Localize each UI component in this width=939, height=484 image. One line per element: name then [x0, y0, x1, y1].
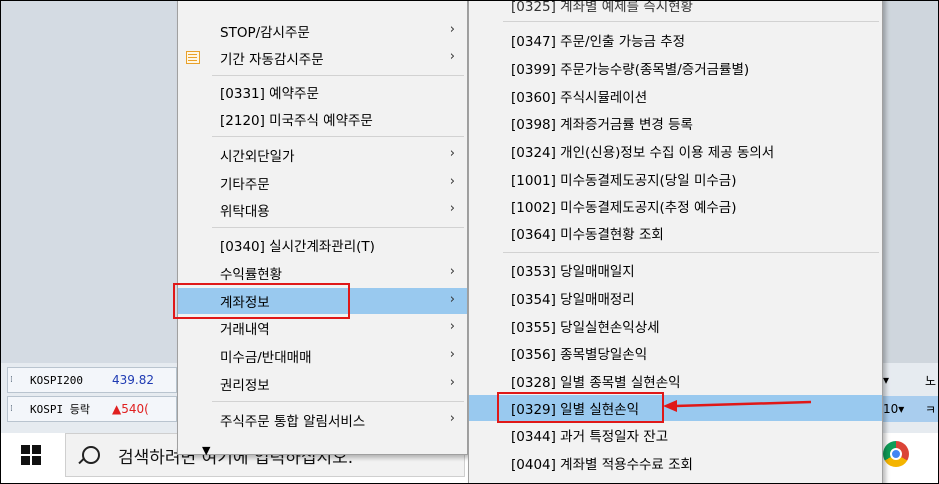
menu-item-label: [0399] 주문가능수량(종목별/증거금률별): [511, 62, 750, 78]
menu-item-unpaid-reverse[interactable]: 미수금/반대매매 ›: [178, 343, 467, 369]
submenu-item[interactable]: [0356] 종목별당일손익: [469, 340, 882, 366]
menu-item-label: [0347] 주문/인출 가능금 추정: [511, 34, 686, 50]
menu-separator: [212, 75, 464, 76]
chevron-right-icon: ›: [449, 174, 455, 189]
calendar-icon: [186, 51, 200, 64]
menu-item-label: [0404] 계좌별 적용수수료 조회: [511, 457, 693, 473]
dropdown-icon[interactable]: 10▾: [883, 402, 904, 416]
menu-item-label: STOP/감시주문: [220, 25, 310, 41]
chevron-right-icon: ›: [449, 319, 455, 334]
menu-item-label: 거래내역: [220, 322, 270, 338]
ticker-name: KOSPI200: [30, 373, 83, 387]
menu-item-period-auto-order[interactable]: 기간 자동감시주문 ›: [178, 45, 467, 71]
chevron-right-icon: ›: [449, 347, 455, 362]
submenu-item[interactable]: [0328] 일별 종목별 실현손익: [469, 368, 882, 394]
submenu-item[interactable]: [0355] 당일실현손익상세: [469, 313, 882, 339]
right-row-text: ㅋ: [924, 402, 936, 417]
annotation-arrow-icon: [663, 400, 812, 412]
chevron-down-icon[interactable]: ▼: [202, 444, 210, 457]
menu-item-label: [1002] 미수동결제도공지(추정 예수금): [511, 200, 737, 216]
menu-item-order-alert-service[interactable]: 주식주문 통합 알림서비스 ›: [178, 407, 467, 433]
menu-item-consignment[interactable]: 위탁대용 ›: [178, 197, 467, 223]
menu-item-other-order[interactable]: 기타주문 ›: [178, 170, 467, 196]
menu-item-label: 기간 자동감시주문: [220, 52, 324, 68]
submenu-item[interactable]: [0325] 계좌별 예제를 즉시현황: [469, 0, 882, 18]
submenu-item[interactable]: [1001] 미수동결제도공지(당일 미수금): [469, 166, 882, 192]
menu-item-label: [0340] 실시간계좌관리(T): [220, 239, 375, 255]
submenu-item[interactable]: [0360] 주식시뮬레이션: [469, 83, 882, 109]
screenshot-frame: ⁞ KOSPI200 439.82 ⁞ KOSPI 등락 ▲540( ▾ 노 1…: [0, 0, 939, 484]
menu-item-after-hours[interactable]: 시간외단일가 ›: [178, 142, 467, 168]
menu-item-label: [0353] 당일매매일지: [511, 264, 635, 280]
menu-item-rights-info[interactable]: 권리정보 ›: [178, 371, 467, 397]
menu-item-label: 미수금/반대매매: [220, 350, 312, 366]
annotation-box-daily-pnl: [497, 392, 664, 423]
menu-item-reserved-order[interactable]: [0331] 예약주문: [178, 79, 467, 105]
menu-item-realtime-account[interactable]: [0340] 실시간계좌관리(T): [178, 232, 467, 258]
submenu-item[interactable]: [0324] 개인(신용)정보 수집 이용 제공 동의서: [469, 138, 882, 164]
submenu-item[interactable]: [1002] 미수동결제도공지(추정 예수금): [469, 193, 882, 219]
menu-item-label: [0331] 예약주문: [220, 86, 319, 102]
menu-item-label: [2120] 미국주식 예약주문: [220, 113, 373, 129]
right-row-text: 노: [924, 373, 936, 388]
submenu-item[interactable]: [0353] 당일매매일지: [469, 257, 882, 283]
submenu-item[interactable]: [0347] 주문/인출 가능금 추정: [469, 27, 882, 53]
dropdown-icon[interactable]: ▾: [883, 373, 889, 387]
chevron-right-icon: ›: [449, 22, 455, 37]
windows-start-icon[interactable]: [21, 445, 41, 465]
menu-item-label: [0355] 당일실현손익상세: [511, 320, 660, 336]
chevron-right-icon: ›: [449, 146, 455, 161]
submenu-item[interactable]: [0404] 계좌별 적용수수료 조회: [469, 450, 882, 476]
submenu-item[interactable]: [0398] 계좌증거금률 변경 등록: [469, 110, 882, 136]
chrome-icon[interactable]: [883, 441, 909, 467]
chevron-right-icon: ›: [449, 411, 455, 426]
menu-item-label: [0364] 미수동결현황 조회: [511, 227, 664, 243]
ticker-name: KOSPI 등락: [30, 403, 90, 416]
menu-separator: [212, 401, 464, 402]
submenu-item[interactable]: [0344] 과거 특정일자 잔고: [469, 422, 882, 448]
menu-separator: [212, 136, 464, 137]
chevron-right-icon: ›: [449, 49, 455, 64]
context-menu-main: STOP/감시주문 › 기간 자동감시주문 › [0331] 예약주문 [212…: [177, 1, 468, 457]
menu-item-label: [1001] 미수동결제도공지(당일 미수금): [511, 173, 737, 189]
app-background: [1, 1, 177, 363]
menu-item-label: 주식주문 통합 알림서비스: [220, 414, 366, 430]
chevron-right-icon: ›: [449, 375, 455, 390]
menu-item-label: 위탁대용: [220, 204, 270, 220]
ticker-row-kospi-change[interactable]: ⁞ KOSPI 등락 ▲540(: [7, 396, 177, 422]
menu-item-label: [0325] 계좌별 예제를 즉시현황: [511, 0, 693, 15]
menu-separator: [503, 21, 879, 22]
menu-item-label: 수익률현황: [220, 267, 283, 283]
expand-icon: ⁞: [10, 375, 13, 385]
menu-item-label: [0360] 주식시뮬레이션: [511, 90, 648, 106]
menu-item-label: 시간외단일가: [220, 149, 295, 165]
chevron-right-icon: ›: [449, 264, 455, 279]
menu-item-label: [0328] 일별 종목별 실현손익: [511, 375, 681, 391]
menu-item-label: [0324] 개인(신용)정보 수집 이용 제공 동의서: [511, 145, 775, 161]
submenu-item[interactable]: [0399] 주문가능수량(종목별/증거금률별): [469, 55, 882, 81]
menu-separator: [212, 227, 464, 228]
menu-item-label: 기타주문: [220, 177, 270, 193]
menu-item-us-reserved-order[interactable]: [2120] 미국주식 예약주문: [178, 106, 467, 132]
ticker-row-kospi200[interactable]: ⁞ KOSPI200 439.82: [7, 367, 177, 393]
chevron-right-icon: ›: [449, 292, 455, 307]
right-panel-fragment: ▾ 노 10▾ ㅋ: [879, 363, 938, 433]
search-icon: [82, 446, 100, 464]
menu-item-label: [0398] 계좌증거금률 변경 등록: [511, 117, 693, 133]
menu-separator: [503, 252, 879, 253]
ticker-value: ▲540(: [112, 402, 149, 416]
expand-icon: ⁞: [10, 404, 13, 414]
submenu-item[interactable]: [0354] 당일매매정리: [469, 285, 882, 311]
menu-item-label: [0354] 당일매매정리: [511, 292, 635, 308]
annotation-box-account-info: [173, 283, 350, 319]
right-row[interactable]: 10▾ ㅋ: [879, 396, 938, 422]
right-row[interactable]: ▾ 노: [879, 367, 938, 393]
menu-item-stop-order[interactable]: STOP/감시주문 ›: [178, 18, 467, 44]
menu-item-label: [0356] 종목별당일손익: [511, 347, 648, 363]
menu-item-label: [0344] 과거 특정일자 잔고: [511, 429, 669, 445]
submenu-item[interactable]: [0364] 미수동결현황 조회: [469, 220, 882, 246]
menu-item-label: 권리정보: [220, 378, 270, 394]
ticker-value: 439.82: [112, 373, 154, 387]
chevron-right-icon: ›: [449, 201, 455, 216]
